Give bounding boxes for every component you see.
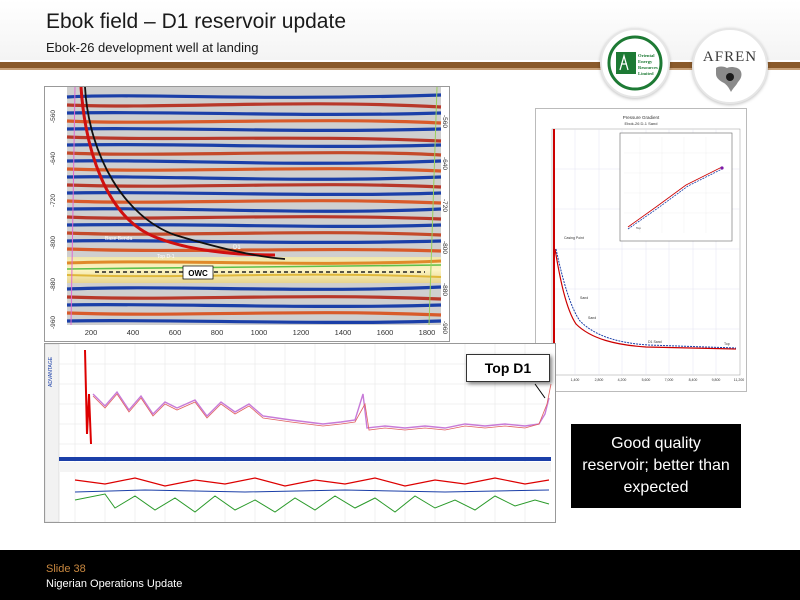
pressure-xtick: 11,200	[734, 378, 744, 382]
seis-ytick-right: -960	[441, 321, 448, 334]
pressure-plot: Pressure Gradient Ebok-26 D-1 Sand Casin…	[535, 108, 747, 392]
seis-ytick-left: -560	[50, 110, 57, 123]
oriental-line-4: Limited	[638, 71, 654, 76]
pressure-title: Pressure Gradient	[623, 115, 660, 120]
slide-number: Slide 38	[46, 563, 86, 575]
quality-note: Good quality reservoir; better than expe…	[571, 424, 741, 508]
pressure-xtick: 8,400	[689, 378, 698, 382]
seismic-section: Base Benda Top D-1 D1 OWC -560 -640 -720…	[44, 86, 450, 342]
afren-logo: AFREN	[692, 28, 768, 104]
seis-xtick: 1800	[419, 328, 436, 337]
seis-xtick: 400	[127, 328, 140, 337]
pressure-label-top: Top	[724, 342, 730, 346]
seis-ytick-left: -880	[50, 278, 57, 291]
header-divider-light	[0, 68, 800, 70]
oriental-logo: Oriental Energy Resources Limited	[600, 28, 670, 98]
pressure-label-d1: D1 Sand	[648, 340, 662, 344]
oriental-line-1: Oriental	[638, 53, 655, 58]
pressure-subtitle: Ebok-26 D-1 Sand	[625, 121, 658, 126]
owc-label: OWC	[188, 269, 208, 278]
inset-label-top: Top	[636, 226, 641, 230]
pressure-xtick: 9,800	[712, 378, 721, 382]
seis-ytick-left: -960	[50, 316, 57, 329]
seis-ytick-right: -880	[441, 283, 448, 296]
slide-header: Ebok field – D1 reservoir update Ebok-26…	[0, 0, 800, 60]
pressure-label-sand-a: Sand	[580, 296, 588, 300]
oriental-line-2: Energy	[638, 59, 653, 64]
quality-note-text: Good quality reservoir; better than expe…	[582, 435, 730, 496]
log-header-label: ADVANTAGE	[48, 356, 54, 387]
oriental-line-3: Resources	[638, 65, 658, 70]
slide-subtitle: Ebok-26 development well at landing	[46, 40, 259, 55]
seis-xtick: 1200	[293, 328, 310, 337]
slide-title: Ebok field – D1 reservoir update	[46, 10, 346, 33]
seis-ytick-left: -640	[50, 152, 57, 165]
footer-caption: Nigerian Operations Update	[46, 578, 183, 590]
pressure-xtick: 2,800	[595, 378, 604, 382]
label-base-benda: Base Benda	[105, 236, 132, 242]
seis-xtick: 800	[211, 328, 224, 337]
seis-xtick: 1400	[335, 328, 352, 337]
label-top-d1: Top D-1	[157, 254, 175, 260]
seis-ytick-right: -800	[441, 241, 448, 254]
afren-wordmark: AFREN	[703, 49, 757, 65]
seis-ytick-right: -560	[441, 115, 448, 128]
seis-xtick: 600	[169, 328, 182, 337]
seis-ytick-right: -720	[441, 199, 448, 212]
seis-ytick-right: -640	[441, 157, 448, 170]
pressure-label-casing: Casing Point	[564, 236, 584, 240]
label-d1-well: D1	[233, 245, 241, 251]
pressure-xtick: 1,400	[571, 378, 580, 382]
seis-ytick-left: -800	[50, 236, 57, 249]
pressure-xtick: 7,000	[665, 378, 674, 382]
seis-xtick: 200	[85, 328, 98, 337]
pressure-label-sand-b: Sand	[588, 316, 596, 320]
top-d1-callout: Top D1	[466, 354, 550, 382]
seis-xtick: 1000	[251, 328, 268, 337]
slide-footer	[0, 550, 800, 600]
pressure-xtick: 5,600	[642, 378, 651, 382]
seis-xtick: 1600	[377, 328, 394, 337]
pressure-xtick: 4,200	[618, 378, 627, 382]
seis-ytick-left: -720	[50, 194, 57, 207]
